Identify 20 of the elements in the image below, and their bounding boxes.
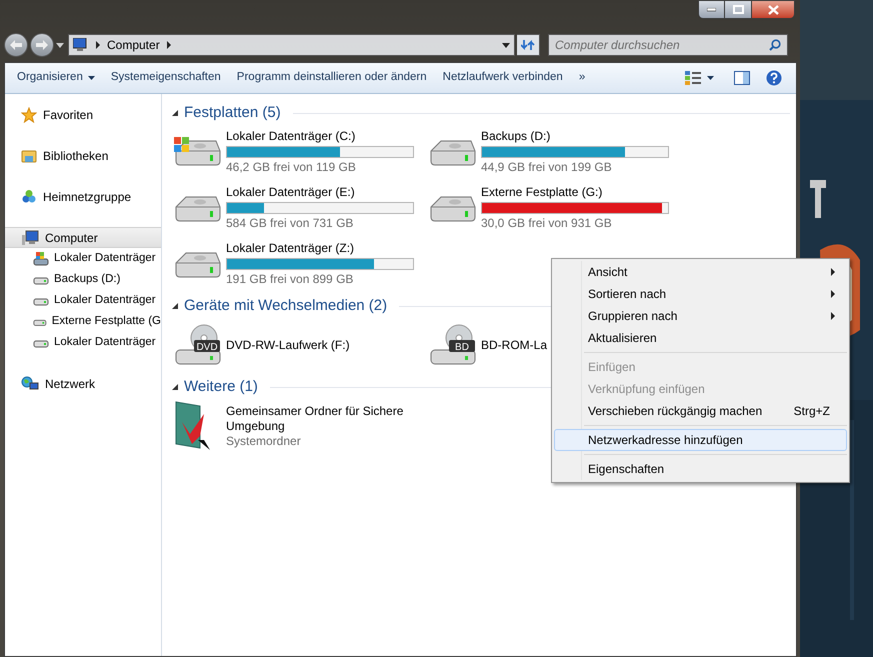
drive-name: Backups (D:) xyxy=(481,129,550,144)
drive-detail: 584 GB frei von 731 GB xyxy=(226,216,354,231)
drive-name: Lokaler Datenträger (Z:) xyxy=(226,241,354,256)
group-header: Geräte mit Wechselmedien (2) xyxy=(184,296,388,316)
group-header: Festplatten (5) xyxy=(184,102,281,123)
drive-detail: Systemordner xyxy=(226,434,302,448)
shortcut-label: Strg+Z xyxy=(794,403,830,420)
drive-name: Gemeinsamer Ordner für Sichere Umgebung xyxy=(226,404,404,434)
drive-detail: 191 GB frei von 899 GB xyxy=(226,272,354,287)
drive-detail: 44,9 GB frei von 199 GB xyxy=(481,160,613,175)
drive-detail: 30,0 GB frei von 931 GB xyxy=(481,216,613,231)
drive-type-label: BD xyxy=(455,342,469,353)
drive-type-label: DVD xyxy=(196,342,218,353)
drive-name: Lokaler Datenträger (E:) xyxy=(226,185,355,200)
drive-name: Externe Festplatte (G:) xyxy=(481,185,602,200)
group-header: Weitere (1) xyxy=(184,376,258,397)
drive-detail: 46,2 GB frei von 119 GB xyxy=(226,160,357,175)
drive-name: Lokaler Datenträger (C:) xyxy=(226,129,356,144)
drive-name: BD-ROM-La xyxy=(481,338,548,352)
drive-name: DVD-RW-Laufwerk (F:) xyxy=(226,338,350,352)
